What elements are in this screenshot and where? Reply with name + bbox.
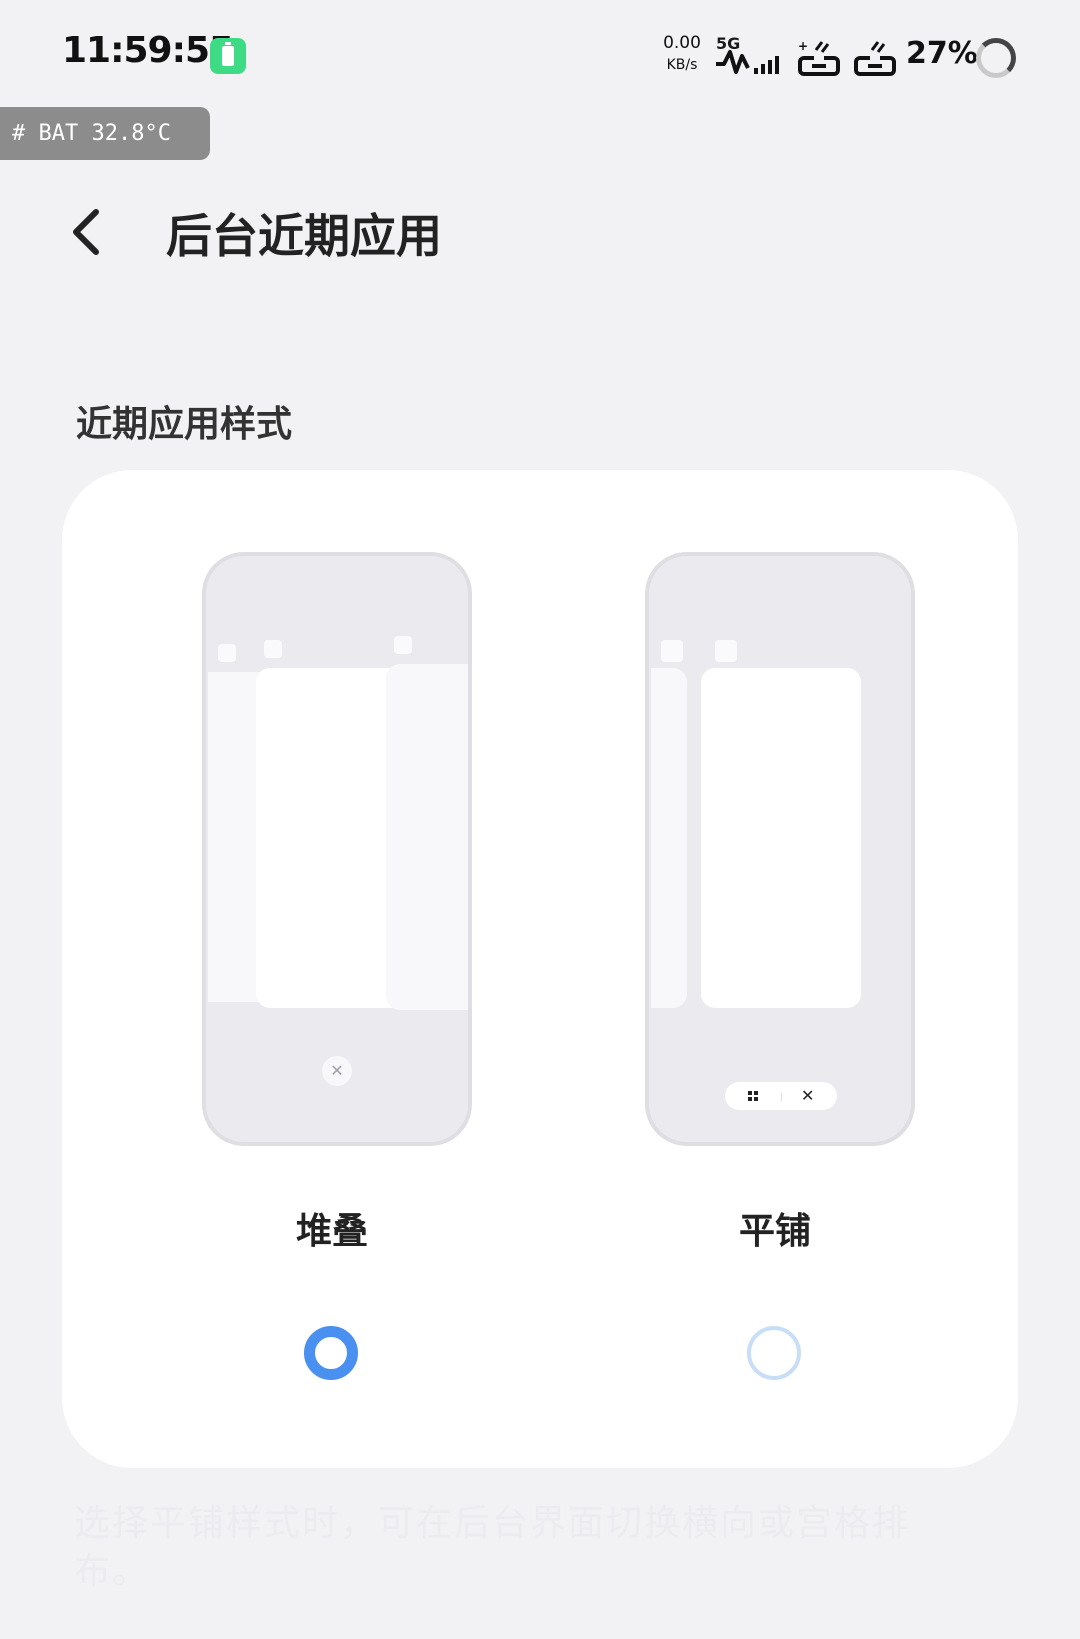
grid-icon (748, 1091, 758, 1101)
battery-temperature-overlay: # BAT 32.8°C (0, 107, 210, 160)
hotspot-link-icon: + (798, 39, 840, 78)
tile-toolbar: ✕ (725, 1082, 837, 1110)
style-options-card: ✕ 堆叠 ✕ 平铺 (62, 470, 1018, 1468)
page-title: 后台近期应用 (166, 209, 442, 263)
option-label-stack: 堆叠 (295, 1211, 368, 1252)
stack-preview-illustration: ✕ (202, 552, 472, 1146)
section-title: 近期应用样式 (76, 404, 293, 445)
link-icon (854, 40, 896, 78)
radio-stack[interactable] (304, 1326, 358, 1380)
option-stack[interactable]: ✕ 堆叠 (182, 470, 482, 1468)
battery-ring-icon (976, 38, 1016, 78)
chevron-left-icon (73, 209, 99, 255)
cellular-signal-icon: 5G (716, 34, 786, 78)
status-time: 11:59:55 (62, 30, 234, 71)
battery-percentage: 27% (906, 36, 978, 71)
battery-saver-icon (210, 38, 246, 74)
network-speed-value: 0.00 (663, 33, 701, 53)
svg-text:+: + (798, 40, 808, 53)
back-button[interactable] (62, 200, 110, 264)
option-tile[interactable]: ✕ 平铺 (625, 470, 925, 1468)
tile-preview-illustration: ✕ (645, 552, 915, 1146)
network-speed: 0.00 KB/s (658, 32, 706, 76)
footnote: 选择平铺样式时，可在后台界面切换横向或宫格排布。 (74, 1503, 911, 1592)
recent-apps-settings-page: 11:59:55 0.00 KB/s 5G + 27% # BAT 32.8°C… (0, 0, 1080, 1639)
close-icon: ✕ (801, 1086, 815, 1105)
close-icon: ✕ (322, 1056, 352, 1086)
network-speed-unit: KB/s (666, 57, 698, 73)
radio-tile[interactable] (747, 1326, 801, 1380)
option-label-tile: 平铺 (738, 1211, 811, 1252)
network-type-label: 5G (716, 34, 741, 53)
